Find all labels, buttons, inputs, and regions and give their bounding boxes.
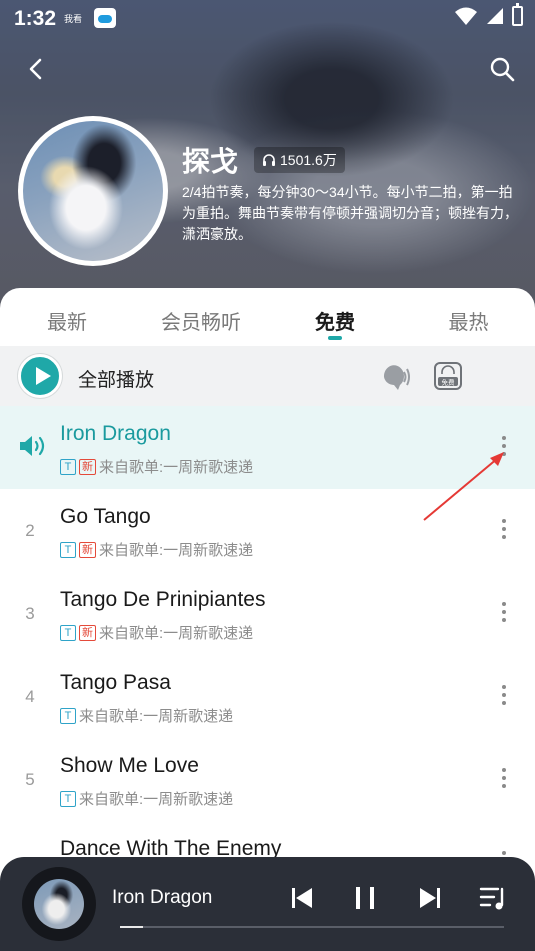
quality-badge: T [60, 541, 76, 558]
mini-player[interactable]: Iron Dragon [0, 857, 535, 951]
song-title: Tango De Prinipiantes [60, 588, 266, 611]
status-bar: 1:32 我看 [0, 0, 535, 38]
song-meta: T 来自歌单:一周新歌速递 [60, 705, 233, 726]
song-index: 3 [25, 604, 35, 623]
header-description: 2/4拍节奏，每分钟30～34小节。每小节二拍，第一拍为重拍。舞曲节奏带有停顿并… [182, 184, 518, 242]
quality-badge: T [60, 707, 76, 724]
song-row-5[interactable]: 5 Show Me Love T 来自歌单:一周新歌速递 [0, 738, 535, 821]
play-all-label[interactable]: 全部播放 [78, 365, 154, 392]
battery-icon [512, 3, 523, 26]
annotation-arrow [423, 452, 504, 521]
song-meta: T 新 来自歌单:一周新歌速递 [60, 622, 253, 643]
play-all-bar: 全部播放 免费 [0, 346, 535, 406]
song-index: 2 [25, 521, 35, 540]
tab-bar: 最新 会员畅听 免费 最热 [0, 288, 535, 346]
song-meta: T 新 来自歌单:一周新歌速递 [60, 456, 253, 477]
song-title: Tango Pasa [60, 671, 171, 694]
content-sheet: 最新 会员畅听 免费 最热 全部播放 免费 Iron Dragon T 新 来自… [0, 288, 535, 951]
tab-vip[interactable]: 会员畅听 [134, 288, 268, 346]
progress-fill [120, 926, 144, 928]
headphones-icon [263, 154, 276, 166]
cloud-app-icon [94, 8, 116, 28]
cover-image [23, 121, 163, 261]
song-title: Iron Dragon [60, 422, 171, 445]
song-source: 来自歌单:一周新歌速递 [79, 791, 234, 808]
song-source: 来自歌单:一周新歌速递 [99, 625, 254, 642]
more-vertical-icon[interactable] [499, 602, 509, 626]
back-arrow-icon[interactable] [24, 56, 50, 82]
voice-icon[interactable] [380, 363, 412, 391]
new-badge: 新 [79, 541, 96, 558]
top-bar [0, 52, 535, 86]
play-count: 1501.6万 [280, 152, 337, 168]
status-time: 1:32 [14, 7, 57, 30]
playlist-icon[interactable] [478, 883, 508, 913]
more-vertical-icon[interactable] [499, 685, 509, 709]
tab-hottest[interactable]: 最热 [402, 288, 535, 346]
header-title-row: 探戈 1501.6万 [182, 140, 345, 180]
quality-badge: T [60, 458, 76, 475]
search-icon[interactable] [489, 56, 515, 82]
signal-icon [487, 8, 503, 24]
tab-latest[interactable]: 最新 [0, 288, 134, 346]
new-badge: 新 [79, 624, 96, 641]
new-badge: 新 [79, 458, 96, 475]
pause-icon[interactable] [353, 885, 377, 911]
player-cover[interactable] [22, 867, 96, 941]
play-count-badge: 1501.6万 [254, 147, 345, 173]
more-vertical-icon[interactable] [499, 768, 509, 792]
playback-progress[interactable] [120, 926, 504, 928]
tab-free[interactable]: 免费 [268, 288, 402, 346]
song-source: 来自歌单:一周新歌速递 [79, 708, 234, 725]
song-meta: T 新 来自歌单:一周新歌速递 [60, 539, 253, 560]
play-all-button[interactable] [18, 354, 62, 398]
song-source: 来自歌单:一周新歌速递 [99, 459, 254, 476]
page-title: 探戈 [182, 146, 239, 177]
wifi-icon [455, 7, 477, 25]
quality-badge: T [60, 790, 76, 807]
song-meta: T 来自歌单:一周新歌速递 [60, 788, 233, 809]
quality-badge: T [60, 624, 76, 641]
song-index: 4 [25, 687, 35, 706]
free-badge-text: 免费 [442, 378, 456, 387]
free-listen-icon[interactable]: 免费 [434, 362, 462, 390]
song-index: 5 [25, 770, 35, 789]
speaker-icon [20, 436, 45, 456]
prev-icon[interactable] [290, 885, 314, 911]
song-row-3[interactable]: 3 Tango De Prinipiantes T 新 来自歌单:一周新歌速递 [0, 572, 535, 655]
song-row-4[interactable]: 4 Tango Pasa T 来自歌单:一周新歌速递 [0, 655, 535, 738]
song-title: Go Tango [60, 505, 151, 528]
status-app-tag: 我看 [64, 14, 83, 24]
playlist-cover [18, 116, 168, 266]
next-icon[interactable] [418, 885, 442, 911]
song-source: 来自歌单:一周新歌速递 [99, 542, 254, 559]
player-title[interactable]: Iron Dragon [112, 887, 212, 909]
song-title: Show Me Love [60, 754, 199, 777]
